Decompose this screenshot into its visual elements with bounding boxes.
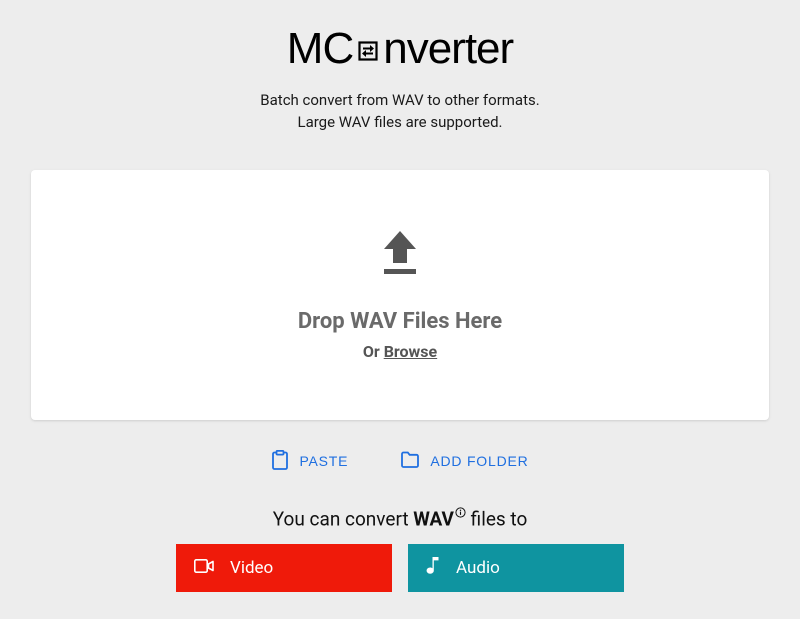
subtitle-line1: Batch convert from WAV to other formats.	[260, 90, 539, 112]
info-icon[interactable]	[455, 507, 466, 518]
video-format-button[interactable]: Video	[176, 544, 392, 592]
dropzone-or-text: Or	[363, 342, 384, 361]
swap-icon	[356, 39, 380, 63]
app-logo: MC nverter	[287, 24, 513, 74]
convert-prefix: You can convert	[273, 507, 414, 530]
secondary-actions: PASTE ADD FOLDER	[267, 446, 532, 477]
paste-label: PASTE	[299, 453, 348, 469]
convert-heading: You can convert WAV files to	[273, 507, 528, 530]
upload-icon	[378, 229, 422, 281]
format-buttons-row: Video Audio	[176, 544, 624, 592]
audio-format-button[interactable]: Audio	[408, 544, 624, 592]
file-dropzone[interactable]: Drop WAV Files Here Or Browse	[31, 170, 769, 420]
page-subtitle: Batch convert from WAV to other formats.…	[260, 90, 539, 134]
logo-text-part1: MC	[287, 24, 353, 74]
folder-icon	[400, 451, 420, 472]
browse-link[interactable]: Browse	[384, 342, 437, 361]
convert-format: WAV	[413, 507, 454, 530]
add-folder-label: ADD FOLDER	[430, 453, 528, 469]
dropzone-subtitle: Or Browse	[363, 342, 437, 361]
subtitle-line2: Large WAV files are supported.	[260, 112, 539, 134]
clipboard-icon	[271, 450, 289, 473]
dropzone-title: Drop WAV Files Here	[298, 309, 502, 334]
video-icon	[194, 558, 214, 578]
convert-suffix: files to	[466, 507, 527, 530]
logo-text-part2: nverter	[383, 24, 513, 74]
paste-button[interactable]: PASTE	[267, 446, 352, 477]
add-folder-button[interactable]: ADD FOLDER	[396, 447, 532, 476]
music-note-icon	[426, 556, 440, 579]
video-label: Video	[230, 558, 273, 578]
audio-label: Audio	[456, 558, 500, 578]
